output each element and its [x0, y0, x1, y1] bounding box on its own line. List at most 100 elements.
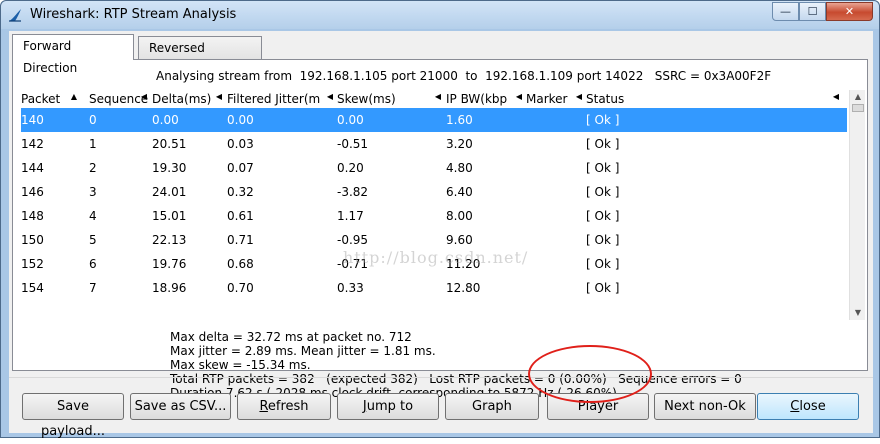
refresh-button[interactable]: Refresh	[237, 393, 331, 420]
table-cell: 152	[21, 257, 44, 271]
stat-max-jitter: Max jitter = 2.89 ms. Mean jitter = 1.81…	[170, 344, 436, 358]
table-cell: 1	[89, 137, 97, 151]
column-header-7[interactable]: Status ◀	[586, 92, 841, 108]
table-cell: -3.82	[337, 185, 369, 199]
table-row[interactable]: 140 0 0.00 0.00 0.00 1.60 [ Ok ]	[21, 108, 847, 132]
table-cell: 19.30	[152, 161, 187, 175]
table-cell: 0.03	[227, 137, 254, 151]
scroll-up-arrow-icon[interactable]: ▲	[850, 90, 866, 104]
column-header-0[interactable]: Packet ▲	[21, 92, 79, 108]
table-cell: 8.00	[446, 209, 473, 223]
table-cell: 19.76	[152, 257, 187, 271]
table-cell: [ Ok ]	[586, 161, 620, 175]
table-cell: 0.00	[227, 113, 254, 127]
column-header-label: Marker	[526, 92, 568, 106]
title-bar[interactable]: Wireshark: RTP Stream Analysis — ☐ ✕	[1, 1, 879, 29]
refresh-accel: R	[259, 399, 268, 414]
button-bar: Save payload... Save as CSV... Refresh J…	[9, 377, 873, 439]
table-cell: 4.80	[446, 161, 473, 175]
column-resize-icon: ◀	[215, 92, 222, 101]
graph-button[interactable]: Graph	[445, 393, 539, 420]
close-label: lose	[799, 399, 826, 414]
column-resize-icon: ◀	[140, 92, 147, 101]
table-cell: 6.40	[446, 185, 473, 199]
table-cell: 15.01	[152, 209, 187, 223]
column-header-label: Packet	[21, 92, 61, 106]
jump-to-label: ump to	[366, 399, 414, 414]
column-header-4[interactable]: Skew(ms) ◀	[337, 92, 443, 108]
save-as-csv-button[interactable]: Save as CSV...	[130, 393, 231, 420]
table-cell: 0.33	[337, 281, 364, 295]
dialog-client-area: Forward Direction Reversed Direction Ana…	[9, 31, 873, 439]
minimize-button[interactable]: —	[772, 2, 799, 21]
table-cell: 22.13	[152, 233, 187, 247]
column-resize-icon: ◀	[434, 92, 441, 101]
table-cell: 20.51	[152, 137, 187, 151]
column-header-1[interactable]: Sequence ◀	[89, 92, 149, 108]
column-header-label: Skew(ms)	[337, 92, 396, 106]
table-cell: 0.70	[227, 281, 254, 295]
column-resize-icon: ◀	[515, 92, 522, 101]
tab-forward-direction[interactable]: Forward Direction	[12, 34, 134, 75]
rtp-packet-table[interactable]: Packet ▲ Sequence ◀ Delta(ms) ◀ Filtered Jitte…	[21, 90, 847, 320]
table-row[interactable]: 144 2 19.30 0.07 0.20 4.80 [ Ok ]	[21, 156, 847, 180]
table-row[interactable]: 142 1 20.51 0.03 -0.51 3.20 [ Ok ]	[21, 132, 847, 156]
column-header-label: Sequence	[89, 92, 149, 106]
close-button[interactable]: Close	[757, 393, 859, 420]
table-cell: 18.96	[152, 281, 187, 295]
stream-info: Analysing stream from 192.168.1.105 port…	[156, 69, 772, 83]
table-cell: 0.71	[227, 233, 254, 247]
table-cell: 12.80	[446, 281, 481, 295]
table-cell: 146	[21, 185, 44, 199]
table-cell: [ Ok ]	[586, 233, 620, 247]
maximize-button[interactable]: ☐	[799, 2, 826, 21]
table-cell: 24.01	[152, 185, 187, 199]
table-header: Packet ▲ Sequence ◀ Delta(ms) ◀ Filtered Jitte…	[21, 90, 847, 108]
table-cell: 140	[21, 113, 44, 127]
table-cell: 4	[89, 209, 97, 223]
column-resize-icon: ◀	[326, 92, 333, 101]
table-cell: 0.20	[337, 161, 364, 175]
scroll-down-arrow-icon[interactable]: ▼	[850, 306, 866, 320]
next-non-ok-button[interactable]: Next non-Ok	[654, 393, 756, 420]
tab-reversed-direction[interactable]: Reversed Direction	[138, 36, 262, 77]
stat-max-delta: Max delta = 32.72 ms at packet no. 712	[170, 330, 412, 344]
table-cell: 0.32	[227, 185, 254, 199]
table-cell: 1.17	[337, 209, 364, 223]
table-cell: [ Ok ]	[586, 185, 620, 199]
table-row[interactable]: 154 7 18.96 0.70 0.33 12.80 [ Ok ]	[21, 276, 847, 300]
table-cell: 1.60	[446, 113, 473, 127]
jump-to-button[interactable]: Jump to	[337, 393, 439, 420]
table-scrollbar[interactable]: ▲ ▼	[849, 90, 865, 320]
column-header-5[interactable]: IP BW(kbp ◀	[446, 92, 524, 108]
table-row[interactable]: 148 4 15.01 0.61 1.17 8.00 [ Ok ]	[21, 204, 847, 228]
table-cell: [ Ok ]	[586, 281, 620, 295]
table-cell: 3	[89, 185, 97, 199]
stat-max-skew: Max skew = -15.34 ms.	[170, 358, 311, 372]
table-cell: [ Ok ]	[586, 113, 620, 127]
table-cell: [ Ok ]	[586, 137, 620, 151]
table-cell: 0.68	[227, 257, 254, 271]
close-window-button[interactable]: ✕	[826, 2, 873, 21]
table-cell: 2	[89, 161, 97, 175]
table-cell: 5	[89, 233, 97, 247]
column-header-3[interactable]: Filtered Jitter(m ◀	[227, 92, 335, 108]
column-header-2[interactable]: Delta(ms) ◀	[152, 92, 224, 108]
refresh-label: efresh	[267, 399, 309, 414]
table-row[interactable]: 146 3 24.01 0.32 -3.82 6.40 [ Ok ]	[21, 180, 847, 204]
table-cell: 148	[21, 209, 44, 223]
scroll-thumb[interactable]	[852, 104, 864, 112]
table-cell: 7	[89, 281, 97, 295]
forward-direction-panel: Analysing stream from 192.168.1.105 port…	[12, 59, 868, 400]
table-cell: 0.00	[152, 113, 179, 127]
save-payload-button[interactable]: Save payload...	[22, 393, 124, 439]
table-cell: 0.00	[337, 113, 364, 127]
table-cell: 0.07	[227, 161, 254, 175]
column-header-label: IP BW(kbp	[446, 92, 508, 106]
table-cell: 150	[21, 233, 44, 247]
table-cell: [ Ok ]	[586, 257, 620, 271]
player-button[interactable]: Player	[547, 393, 649, 420]
table-cell: 154	[21, 281, 44, 295]
column-header-6[interactable]: Marker ◀	[526, 92, 584, 108]
wireshark-fin-icon	[9, 9, 21, 22]
